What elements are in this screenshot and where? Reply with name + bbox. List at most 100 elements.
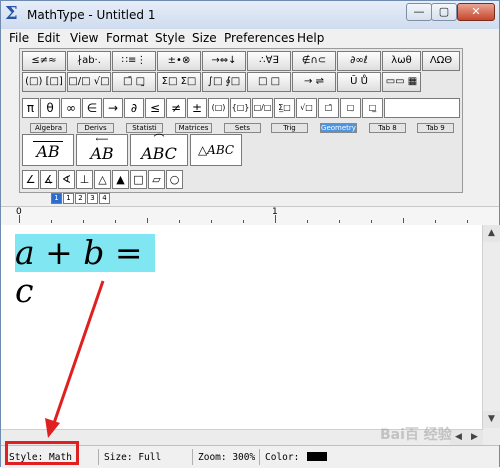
menu-view[interactable]: View (70, 31, 98, 45)
ruler-tick (179, 220, 180, 223)
small-bar-arrow[interactable]: → (103, 98, 123, 118)
menu-file[interactable]: File (9, 31, 29, 45)
tab-statistics[interactable]: Statisti (126, 123, 163, 133)
tab-derivs[interactable]: Derivs (77, 123, 114, 133)
palette-greek-upper[interactable]: ΛΩΘ (422, 51, 460, 71)
small-bar-braces[interactable]: {□} (230, 98, 251, 118)
small-bar-pi[interactable]: π (22, 98, 39, 118)
minimize-button[interactable]: — (406, 3, 432, 21)
palette-spaces[interactable]: ∤ab·. (67, 51, 111, 71)
equation-selection[interactable]: a + b = c (15, 234, 155, 310)
small-bar-sum[interactable]: Σ̲□ (274, 98, 295, 118)
ruler-tick (51, 220, 52, 223)
palette-fences[interactable]: (□) [□] (22, 72, 66, 92)
palette-relations[interactable]: ≤≠≈ (22, 51, 66, 71)
ruler-tick (147, 218, 148, 223)
small-bar-plus-minus[interactable]: ± (187, 98, 207, 118)
template-line-segment[interactable]: AB (22, 134, 74, 166)
ruler-tick (83, 220, 84, 223)
geometry-triangle[interactable]: △ (94, 170, 111, 189)
small-bar-sub-superscript[interactable]: □̲ (362, 98, 383, 118)
small-bar-parentheses[interactable]: (□) (208, 98, 229, 118)
geometry-measured-angle[interactable]: ∡ (40, 170, 57, 189)
equation-editor[interactable]: a + b = c (1, 225, 482, 445)
geometry-circle[interactable]: ○ (166, 170, 183, 189)
palette-scripts[interactable]: □̄ □̰ (112, 72, 156, 92)
geometry-parallelogram[interactable]: ▱ (148, 170, 165, 189)
window-title: MathType - Untitled 1 (27, 8, 156, 22)
small-bar-leq[interactable]: ≤ (145, 98, 165, 118)
small-toolbar-button-4[interactable]: 3 (87, 193, 98, 204)
small-bar-element-of[interactable]: ∈ (82, 98, 102, 118)
menu-bar: File Edit View Format Style Size Prefere… (1, 29, 499, 47)
geometry-square[interactable]: □ (130, 170, 147, 189)
palette-bars[interactable]: □ □ (247, 72, 291, 92)
geometry-spherical-angle[interactable]: ∢ (58, 170, 75, 189)
menu-help[interactable]: Help (297, 31, 324, 45)
geometry-angle[interactable]: ∠ (22, 170, 39, 189)
small-bar-infinity[interactable]: ∞ (61, 98, 81, 118)
palette-logic[interactable]: ∴∀∃ (247, 51, 291, 71)
tab-trig[interactable]: Trig (271, 123, 308, 133)
palette-matrices[interactable]: ▭▭ ▦ (382, 72, 421, 92)
geometry-filled-triangle[interactable]: ▲ (112, 170, 129, 189)
palette-arrows[interactable]: →⇔↓ (202, 51, 246, 71)
ruler-tick (339, 220, 340, 223)
small-bar-subscript[interactable]: □̱ (340, 98, 361, 118)
title-bar[interactable]: Σ MathType - Untitled 1 — ▢ ✕ (1, 1, 499, 30)
palette-operators[interactable]: ±•⊗ (157, 51, 201, 71)
template-arc[interactable]: ⌒ ABC (130, 134, 188, 166)
tab-8[interactable]: Tab 8 (369, 123, 406, 133)
status-zoom: Zoom: 300% (198, 452, 256, 463)
template-label: △ABC (197, 143, 235, 157)
template-ray[interactable]: ⟵ AB (76, 134, 128, 166)
status-color-label: Color: (265, 452, 300, 463)
small-toolbar-button-3[interactable]: 2 (75, 193, 86, 204)
ruler-tick (307, 220, 308, 223)
tab-sets[interactable]: Sets (224, 123, 261, 133)
left-arrow-icon: ⟵ (95, 135, 109, 145)
ruler[interactable]: 0 1 (1, 206, 499, 226)
small-toolbar-button-1[interactable]: 1 (51, 193, 62, 204)
small-bar-theta[interactable]: θ (40, 98, 60, 118)
ruler-tick (467, 220, 468, 223)
palette-greek-lower[interactable]: λωθ (382, 51, 421, 71)
small-bar-sqrt[interactable]: √□ (296, 98, 317, 118)
palette-integrals[interactable]: ∫□ ∮□ (202, 72, 246, 92)
close-icon: ✕ (471, 5, 481, 18)
menu-preferences[interactable]: Preferences (224, 31, 295, 45)
minimize-icon: — (413, 5, 425, 18)
maximize-button[interactable]: ▢ (431, 3, 457, 21)
palette-labeled-arrows[interactable]: → ⇌ (292, 72, 336, 92)
close-button[interactable]: ✕ (457, 3, 495, 21)
ruler-tick (243, 220, 244, 223)
small-bar-superscript[interactable]: □̄ (318, 98, 339, 118)
palette-products[interactable]: Ū Ů (337, 72, 381, 92)
small-bar-partial[interactable]: ∂ (124, 98, 144, 118)
sigma-app-icon: Σ (5, 3, 18, 24)
template-triangle[interactable]: △ABC (190, 134, 242, 166)
palette-misc[interactable]: ∂∞ℓ (337, 51, 381, 71)
menu-style[interactable]: Style (155, 31, 185, 45)
ruler-tick (403, 218, 404, 223)
tab-geometry[interactable]: Geometry (320, 123, 357, 133)
tab-matrices[interactable]: Matrices (175, 123, 212, 133)
tab-9[interactable]: Tab 9 (417, 123, 454, 133)
palette-sums[interactable]: Σ□ Σ□ (157, 72, 201, 92)
menu-edit[interactable]: Edit (37, 31, 60, 45)
template-label: AB (36, 142, 60, 161)
vertical-scrollbar[interactable]: ▲ ▼ (482, 225, 500, 445)
palette-embellishments[interactable]: ∷≡⋮ (112, 51, 156, 71)
small-bar-empty-slot[interactable] (384, 98, 460, 118)
small-bar-neq[interactable]: ≠ (166, 98, 186, 118)
small-bar-fraction[interactable]: □/□ (252, 98, 273, 118)
menu-size[interactable]: Size (192, 31, 217, 45)
palette-sets[interactable]: ∉∩⊂ (292, 51, 336, 71)
tab-algebra[interactable]: Algebra (30, 123, 67, 133)
geometry-perpendicular[interactable]: ⊥ (76, 170, 93, 189)
small-toolbar-button-2[interactable]: 1 (63, 193, 74, 204)
menu-format[interactable]: Format (106, 31, 148, 45)
small-toolbar-button-5[interactable]: 4 (99, 193, 110, 204)
palette-fractions-radicals[interactable]: □/□ √□ (67, 72, 111, 92)
scroll-up-icon[interactable]: ▲ (483, 225, 500, 242)
